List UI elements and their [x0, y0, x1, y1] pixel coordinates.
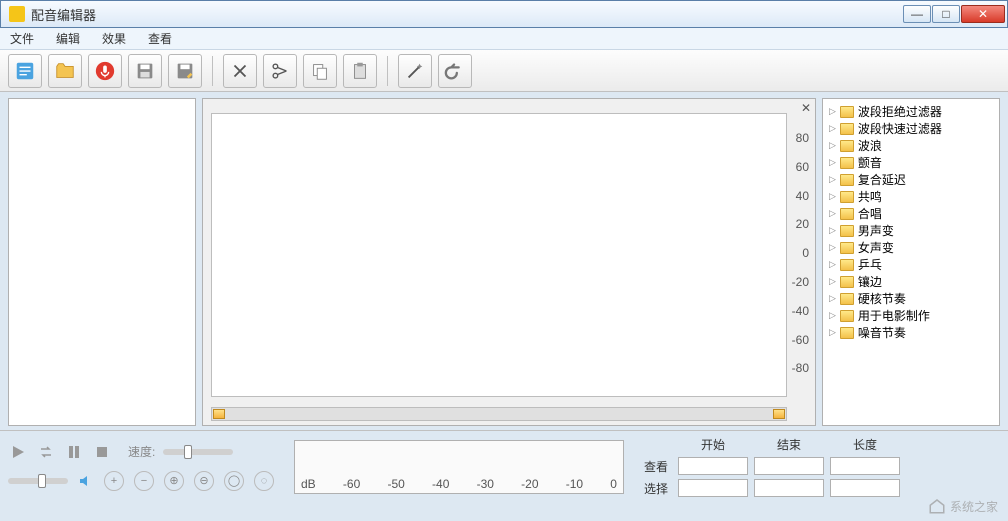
window-title: 配音编辑器 — [31, 5, 902, 24]
view-end[interactable] — [754, 457, 824, 475]
waveform-panel: ✕ 80 60 40 20 0 -20 -40 -60 -80 — [202, 98, 816, 426]
app-icon — [9, 6, 25, 22]
pause-button[interactable] — [64, 443, 84, 461]
zoom-fit-button[interactable]: ◯ — [224, 471, 244, 491]
menu-file[interactable]: 文件 — [6, 28, 38, 49]
toolbar — [0, 50, 1008, 92]
file-list-panel — [8, 98, 196, 426]
waveform-canvas[interactable] — [211, 113, 787, 397]
zoom-in-button[interactable]: + — [104, 471, 124, 491]
effect-item[interactable]: ▷乒乓 — [825, 256, 997, 273]
zoom-sel-out-button[interactable]: ⊖ — [194, 471, 214, 491]
zoom-sel-in-button[interactable]: ⊕ — [164, 471, 184, 491]
effect-item[interactable]: ▷噪音节奏 — [825, 324, 997, 341]
effect-item[interactable]: ▷镶边 — [825, 273, 997, 290]
menu-view[interactable]: 查看 — [144, 28, 176, 49]
new-button[interactable] — [8, 54, 42, 88]
volume-slider[interactable] — [8, 478, 68, 484]
copy-button[interactable] — [303, 54, 337, 88]
zoom-reset-button[interactable]: ◌ — [254, 471, 274, 491]
select-end[interactable] — [754, 479, 824, 497]
record-button[interactable] — [88, 54, 122, 88]
effect-item[interactable]: ▷女声变 — [825, 239, 997, 256]
row-view-label: 查看 — [644, 458, 672, 475]
effect-item[interactable]: ▷共鸣 — [825, 188, 997, 205]
col-length: 长度 — [830, 436, 900, 453]
undo-button[interactable] — [438, 54, 472, 88]
minimize-button[interactable]: — — [903, 5, 931, 23]
effect-item[interactable]: ▷复合延迟 — [825, 171, 997, 188]
effect-item[interactable]: ▷用于电影制作 — [825, 307, 997, 324]
horizontal-scrollbar[interactable] — [211, 407, 787, 421]
open-button[interactable] — [48, 54, 82, 88]
stop-button[interactable] — [92, 443, 112, 461]
effect-item[interactable]: ▷颤音 — [825, 154, 997, 171]
zoom-out-button[interactable]: − — [134, 471, 154, 491]
watermark: 系统之家 — [928, 497, 998, 515]
save-button[interactable] — [128, 54, 162, 88]
speaker-icon[interactable] — [76, 472, 96, 490]
effect-item[interactable]: ▷波段拒绝过滤器 — [825, 103, 997, 120]
speed-label: 速度: — [128, 443, 155, 460]
maximize-button[interactable]: □ — [932, 5, 960, 23]
panel-close-icon[interactable]: ✕ — [801, 101, 811, 115]
effect-item[interactable]: ▷男声变 — [825, 222, 997, 239]
time-grid: 开始 结束 长度 查看 选择 — [644, 436, 900, 497]
loop-button[interactable] — [36, 443, 56, 461]
row-select-label: 选择 — [644, 480, 672, 497]
effects-tree: ▷波段拒绝过滤器▷波段快速过滤器▷波浪▷颤音▷复合延迟▷共鸣▷合唱▷男声变▷女声… — [822, 98, 1000, 426]
bottom-bar: 速度: + − ⊕ ⊖ ◯ ◌ dB-60-50-40-30-20-100 开始… — [0, 430, 1008, 502]
effect-item[interactable]: ▷波浪 — [825, 137, 997, 154]
paste-button[interactable] — [343, 54, 377, 88]
level-meter: dB-60-50-40-30-20-100 — [294, 440, 624, 494]
cut-button[interactable] — [223, 54, 257, 88]
title-bar: 配音编辑器 — □ ✕ — [0, 0, 1008, 28]
menu-bar: 文件 编辑 效果 查看 — [0, 28, 1008, 50]
save-as-button[interactable] — [168, 54, 202, 88]
effect-item[interactable]: ▷硬核节奏 — [825, 290, 997, 307]
col-start: 开始 — [678, 436, 748, 453]
close-button[interactable]: ✕ — [961, 5, 1005, 23]
view-start[interactable] — [678, 457, 748, 475]
wand-button[interactable] — [398, 54, 432, 88]
effect-item[interactable]: ▷波段快速过滤器 — [825, 120, 997, 137]
select-start[interactable] — [678, 479, 748, 497]
select-length[interactable] — [830, 479, 900, 497]
col-end: 结束 — [754, 436, 824, 453]
view-length[interactable] — [830, 457, 900, 475]
amplitude-ruler: 80 60 40 20 0 -20 -40 -60 -80 — [787, 115, 809, 403]
menu-edit[interactable]: 编辑 — [52, 28, 84, 49]
play-button[interactable] — [8, 443, 28, 461]
scissors-button[interactable] — [263, 54, 297, 88]
effect-item[interactable]: ▷合唱 — [825, 205, 997, 222]
speed-slider[interactable] — [163, 449, 233, 455]
menu-effect[interactable]: 效果 — [98, 28, 130, 49]
